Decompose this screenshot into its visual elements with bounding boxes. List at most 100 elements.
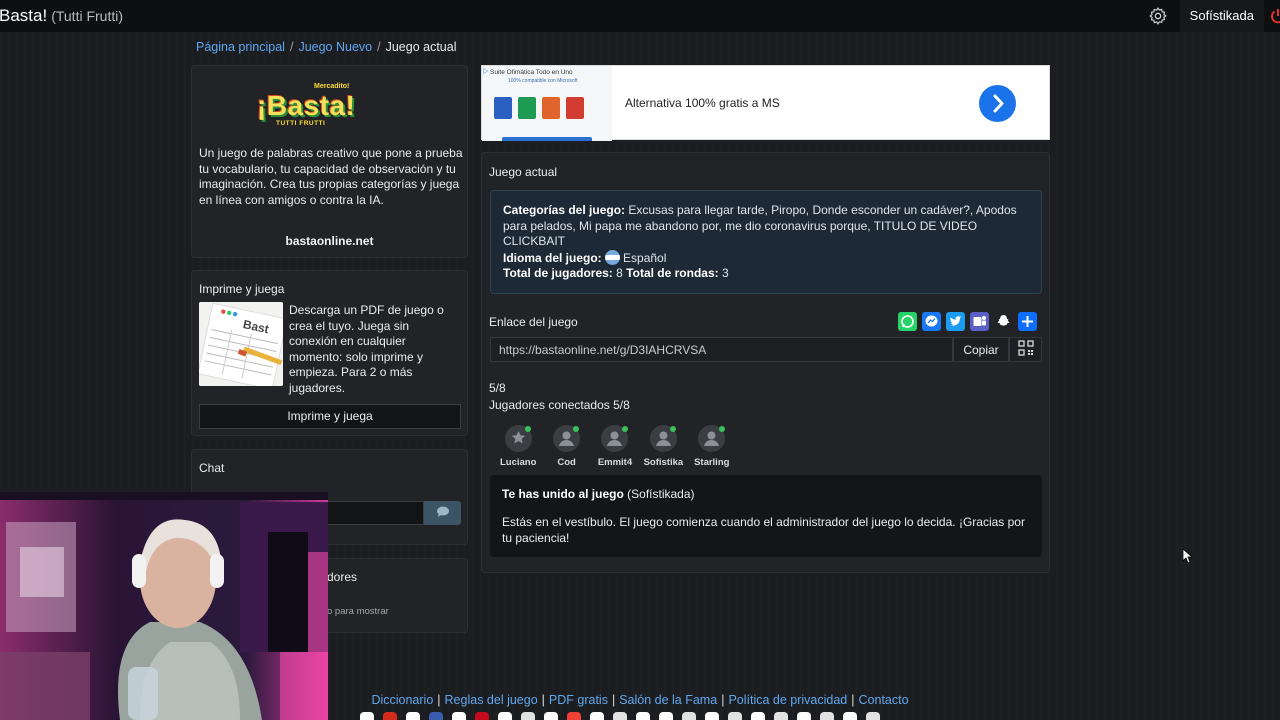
ad-suite-title: Suite Ofimática Todo en Uno: [490, 69, 573, 76]
streamer-webcam-overlay: [0, 492, 328, 720]
chat-title: Chat: [199, 461, 225, 475]
breadcrumb-separator: /: [377, 40, 381, 54]
flag-icon[interactable]: [797, 712, 811, 720]
flag-icon[interactable]: [360, 712, 374, 720]
game-info-text: Categorías del juego: Excusas para llega…: [503, 203, 1033, 282]
snapchat-icon[interactable]: [994, 312, 1013, 331]
brand-title[interactable]: Basta!: [0, 6, 47, 25]
joined-user: (Sofístikada): [627, 487, 695, 501]
copy-link-button[interactable]: Copiar: [953, 337, 1009, 362]
print-card: Imprime y juega Bast Descarga un PDF de …: [191, 270, 468, 436]
flag-icon[interactable]: [475, 712, 489, 720]
current-game-title: Juego actual: [489, 165, 558, 179]
ad-image[interactable]: ▷ Suite Ofimática Todo en Uno 100% compa…: [482, 66, 612, 141]
player-name: Starling: [694, 457, 730, 468]
ad-bar: [502, 137, 592, 141]
players-value: 8: [616, 266, 623, 281]
player-avatar[interactable]: Sofistika: [639, 425, 687, 468]
logo-top-text: Mercadito!: [314, 83, 350, 90]
footer-link-hall-of-fame[interactable]: Salón de la Fama: [619, 693, 717, 707]
flag-icon[interactable]: [728, 712, 742, 720]
flag-icon[interactable]: [498, 712, 512, 720]
player-avatar[interactable]: Cod: [542, 425, 590, 468]
breadcrumb-separator: /: [289, 40, 294, 54]
gear-icon[interactable]: [1148, 6, 1168, 26]
flag-icon[interactable]: [682, 712, 696, 720]
footer-link-rules[interactable]: Reglas del juego: [445, 693, 538, 707]
print-card-title: Imprime y juega: [199, 282, 285, 296]
twitter-icon[interactable]: [946, 312, 965, 331]
flag-icon[interactable]: [383, 712, 397, 720]
print-thumbnail-image[interactable]: Bast: [199, 302, 283, 386]
flag-icon[interactable]: [406, 712, 420, 720]
flag-icon[interactable]: [659, 712, 673, 720]
breadcrumb-current: Juego actual: [385, 40, 457, 54]
footer-separator: |: [437, 693, 441, 707]
logo-main-text: ¡Basta!: [257, 90, 356, 121]
print-and-play-button[interactable]: Imprime y juega: [199, 404, 461, 429]
footer-link-contact[interactable]: Contacto: [859, 693, 909, 707]
flag-icon[interactable]: [705, 712, 719, 720]
language-flags-row: [360, 712, 890, 720]
top-navbar: Basta! (Tutti Frutti) Sofístikada: [0, 0, 1280, 32]
ad-arrow-button[interactable]: [979, 85, 1016, 122]
footer-separator: |: [541, 693, 545, 707]
game-link-row: Copiar: [490, 337, 1042, 362]
flag-icon[interactable]: [613, 712, 627, 720]
whatsapp-icon[interactable]: [898, 312, 917, 331]
ad-text[interactable]: Alternativa 100% gratis a MS: [625, 96, 780, 110]
player-avatar[interactable]: Emmit4: [591, 425, 639, 468]
flag-icon[interactable]: [866, 712, 880, 720]
player-count: 5/8: [489, 381, 506, 395]
flag-icon[interactable]: [820, 712, 834, 720]
player-name: Sofistika: [643, 457, 684, 468]
advertisement-banner[interactable]: ▷ Suite Ofimática Todo en Uno 100% compa…: [481, 65, 1050, 141]
flag-icon[interactable]: [774, 712, 788, 720]
flag-icon[interactable]: [544, 712, 558, 720]
footer-link-privacy[interactable]: Política de privacidad: [728, 693, 847, 707]
footer-link-free-pdf[interactable]: PDF gratis: [549, 693, 608, 707]
player-avatar[interactable]: Luciano: [494, 425, 542, 468]
game-link-input[interactable]: [490, 337, 953, 362]
chat-send-button[interactable]: [424, 501, 461, 525]
ad-choices-icon[interactable]: ▷: [483, 67, 488, 75]
flag-icon[interactable]: [590, 712, 604, 720]
flag-icon[interactable]: [843, 712, 857, 720]
breadcrumb-new-game-link[interactable]: Juego Nuevo: [298, 40, 372, 54]
game-link-label: Enlace del juego: [489, 315, 578, 329]
player-avatar[interactable]: Starling: [688, 425, 736, 468]
messenger-icon[interactable]: [922, 312, 941, 331]
flag-icon[interactable]: [636, 712, 650, 720]
mouse-cursor-icon: [1183, 549, 1193, 564]
chevron-right-icon: [993, 94, 1004, 113]
players-card-title: dores: [327, 570, 358, 584]
qr-code-button[interactable]: [1009, 337, 1042, 362]
flag-icon[interactable]: [429, 712, 443, 720]
lobby-status-panel: Te has unido al juego (Sofístikada) Está…: [490, 475, 1042, 557]
ad-office-icons: [494, 97, 584, 119]
user-menu[interactable]: Sofístikada: [1179, 0, 1264, 32]
brand-logo[interactable]: Basta! (Tutti Frutti): [0, 6, 123, 26]
flag-icon[interactable]: [751, 712, 765, 720]
connected-players-label: Jugadores conectados 5/8: [489, 398, 630, 412]
ad-suite-subtitle: 100% compatible con Microsoft: [508, 78, 578, 84]
share-buttons: [898, 312, 1037, 331]
chat-message-input[interactable]: [312, 501, 424, 525]
online-status-dot: [621, 426, 628, 432]
flag-icon[interactable]: [521, 712, 535, 720]
teams-icon[interactable]: [970, 312, 989, 331]
share-plus-icon[interactable]: [1018, 312, 1037, 331]
sheets-icon: [518, 97, 536, 119]
footer-link-dictionary[interactable]: Diccionario: [371, 693, 433, 707]
navbar-right: Sofístikada: [1148, 0, 1280, 32]
flag-icon[interactable]: [452, 712, 466, 720]
rounds-label: Total de rondas:: [626, 266, 719, 281]
player-name: Emmit4: [597, 457, 633, 468]
footer-links: Diccionario | Reglas del juego | PDF gratis |…: [0, 693, 1280, 707]
joined-message: Te has unido al juego (Sofístikada): [502, 487, 695, 501]
breadcrumb-home-link[interactable]: Página principal: [196, 40, 285, 54]
flag-icon[interactable]: [567, 712, 581, 720]
player-avatars: Luciano Cod Emmit4 Sofistika Starling: [494, 425, 736, 468]
logout-power-icon[interactable]: [1270, 8, 1280, 24]
game-info-box: Categorías del juego: Excusas para llega…: [490, 190, 1042, 294]
